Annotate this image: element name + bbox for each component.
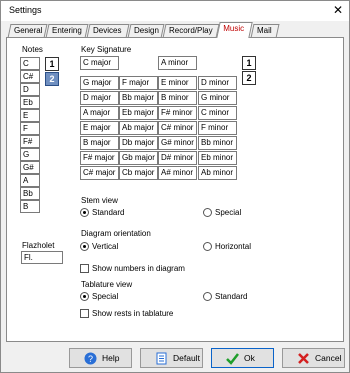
key-cell[interactable]: D minor xyxy=(198,76,237,90)
key-cell[interactable]: B minor xyxy=(158,91,197,105)
key-cell[interactable]: Ab major xyxy=(119,121,158,135)
help-button[interactable]: ? Help xyxy=(69,348,132,368)
note-a[interactable]: A xyxy=(20,174,40,187)
window-title: Settings xyxy=(9,5,42,15)
music-panel: Notes C C# D Eb E F F# G G# A Bb B 1 2 F… xyxy=(6,37,344,342)
notes-page-1-button[interactable]: 1 xyxy=(45,57,59,71)
show-rests-label: Show rests in tablature xyxy=(92,309,174,318)
key-cell[interactable]: D major xyxy=(80,91,119,105)
note-b-flat[interactable]: Bb xyxy=(20,187,40,200)
flazholet-input[interactable]: Fl. xyxy=(21,251,63,264)
notes-page-2-button[interactable]: 2 xyxy=(45,72,59,86)
key-cell[interactable]: C minor xyxy=(198,106,237,120)
check-icon xyxy=(226,353,239,365)
title-bar: Settings ✕ xyxy=(1,1,349,21)
tablature-special-radio[interactable] xyxy=(80,292,89,301)
diagram-orientation-label: Diagram orientation xyxy=(81,229,151,238)
key-c-major[interactable]: C major xyxy=(80,56,119,70)
key-cell[interactable]: E minor xyxy=(158,76,197,90)
key-cell[interactable]: G major xyxy=(80,76,119,90)
key-cell[interactable]: D# minor xyxy=(158,151,197,165)
tab-design[interactable]: Design xyxy=(127,24,165,38)
key-page-1-button[interactable]: 1 xyxy=(242,56,256,70)
orientation-horizontal-label: Horizontal xyxy=(215,242,252,251)
cancel-icon xyxy=(298,353,309,364)
note-g-sharp[interactable]: G# xyxy=(20,161,40,174)
tab-mail[interactable]: Mail xyxy=(250,24,280,38)
tab-devices[interactable]: Devices xyxy=(86,24,130,38)
settings-window: Settings ✕ General Entering Devices Desi… xyxy=(0,0,350,373)
note-c-sharp[interactable]: C# xyxy=(20,70,40,83)
note-g[interactable]: G xyxy=(20,148,40,161)
orientation-horizontal-radio[interactable] xyxy=(203,242,212,251)
note-e-flat[interactable]: Eb xyxy=(20,96,40,109)
key-page-2-button[interactable]: 2 xyxy=(242,71,256,85)
key-cell[interactable]: Bb minor xyxy=(198,136,237,150)
key-cell[interactable]: B major xyxy=(80,136,119,150)
key-cell[interactable]: F minor xyxy=(198,121,237,135)
show-numbers-label: Show numbers in diagram xyxy=(92,264,185,273)
stem-standard-radio[interactable] xyxy=(80,208,89,217)
help-icon: ? xyxy=(84,352,97,365)
close-icon[interactable]: ✕ xyxy=(333,3,343,17)
key-cell[interactable]: Cb major xyxy=(119,166,158,180)
key-cell[interactable]: Bb major xyxy=(119,91,158,105)
key-cell[interactable]: A# minor xyxy=(158,166,197,180)
tab-bar: General Entering Devices Design Record/P… xyxy=(1,22,349,38)
note-b[interactable]: B xyxy=(20,200,40,213)
key-cell[interactable]: C# major xyxy=(80,166,119,180)
key-cell[interactable]: G# minor xyxy=(158,136,197,150)
stem-special-label: Special xyxy=(215,208,242,217)
tablature-standard-label: Standard xyxy=(215,292,248,301)
key-signature-label: Key Signature xyxy=(81,45,132,54)
orientation-vertical-label: Vertical xyxy=(92,242,119,251)
note-f-sharp[interactable]: F# xyxy=(20,135,40,148)
key-cell[interactable]: G minor xyxy=(198,91,237,105)
tab-record-play[interactable]: Record/Play xyxy=(162,24,220,38)
tablature-standard-radio[interactable] xyxy=(203,292,212,301)
tablature-view-label: Tablature view xyxy=(81,280,133,289)
note-d[interactable]: D xyxy=(20,83,40,96)
key-cell[interactable]: A major xyxy=(80,106,119,120)
document-icon xyxy=(156,352,167,365)
key-cell[interactable]: Eb major xyxy=(119,106,158,120)
stem-special-radio[interactable] xyxy=(203,208,212,217)
show-rests-checkbox[interactable] xyxy=(80,309,89,318)
note-e[interactable]: E xyxy=(20,109,40,122)
key-cell[interactable]: C# minor xyxy=(158,121,197,135)
key-cell[interactable]: F# minor xyxy=(158,106,197,120)
orientation-vertical-radio[interactable] xyxy=(80,242,89,251)
cancel-button[interactable]: Cancel xyxy=(282,348,345,368)
stem-view-label: Stem view xyxy=(81,196,118,205)
note-f[interactable]: F xyxy=(20,122,40,135)
key-a-minor[interactable]: A minor xyxy=(158,56,197,70)
stem-standard-label: Standard xyxy=(92,208,125,217)
show-numbers-checkbox[interactable] xyxy=(80,264,89,273)
tablature-special-label: Special xyxy=(92,292,119,301)
key-cell[interactable]: E major xyxy=(80,121,119,135)
tab-entering[interactable]: Entering xyxy=(45,24,89,38)
key-cell[interactable]: Eb minor xyxy=(198,151,237,165)
tab-music[interactable]: Music xyxy=(216,22,253,38)
key-cell[interactable]: F# major xyxy=(80,151,119,165)
tab-general[interactable]: General xyxy=(7,24,48,38)
key-cell[interactable]: F major xyxy=(119,76,158,90)
notes-label: Notes xyxy=(22,45,43,54)
default-button[interactable]: Default xyxy=(140,348,203,368)
key-cell[interactable]: Db major xyxy=(119,136,158,150)
note-c[interactable]: C xyxy=(20,57,40,70)
flazholet-label: Flazholet xyxy=(22,241,55,250)
svg-text:?: ? xyxy=(88,354,93,364)
key-cell[interactable]: Ab minor xyxy=(198,166,237,180)
key-cell[interactable]: Gb major xyxy=(119,151,158,165)
ok-button[interactable]: Ok xyxy=(211,348,274,368)
